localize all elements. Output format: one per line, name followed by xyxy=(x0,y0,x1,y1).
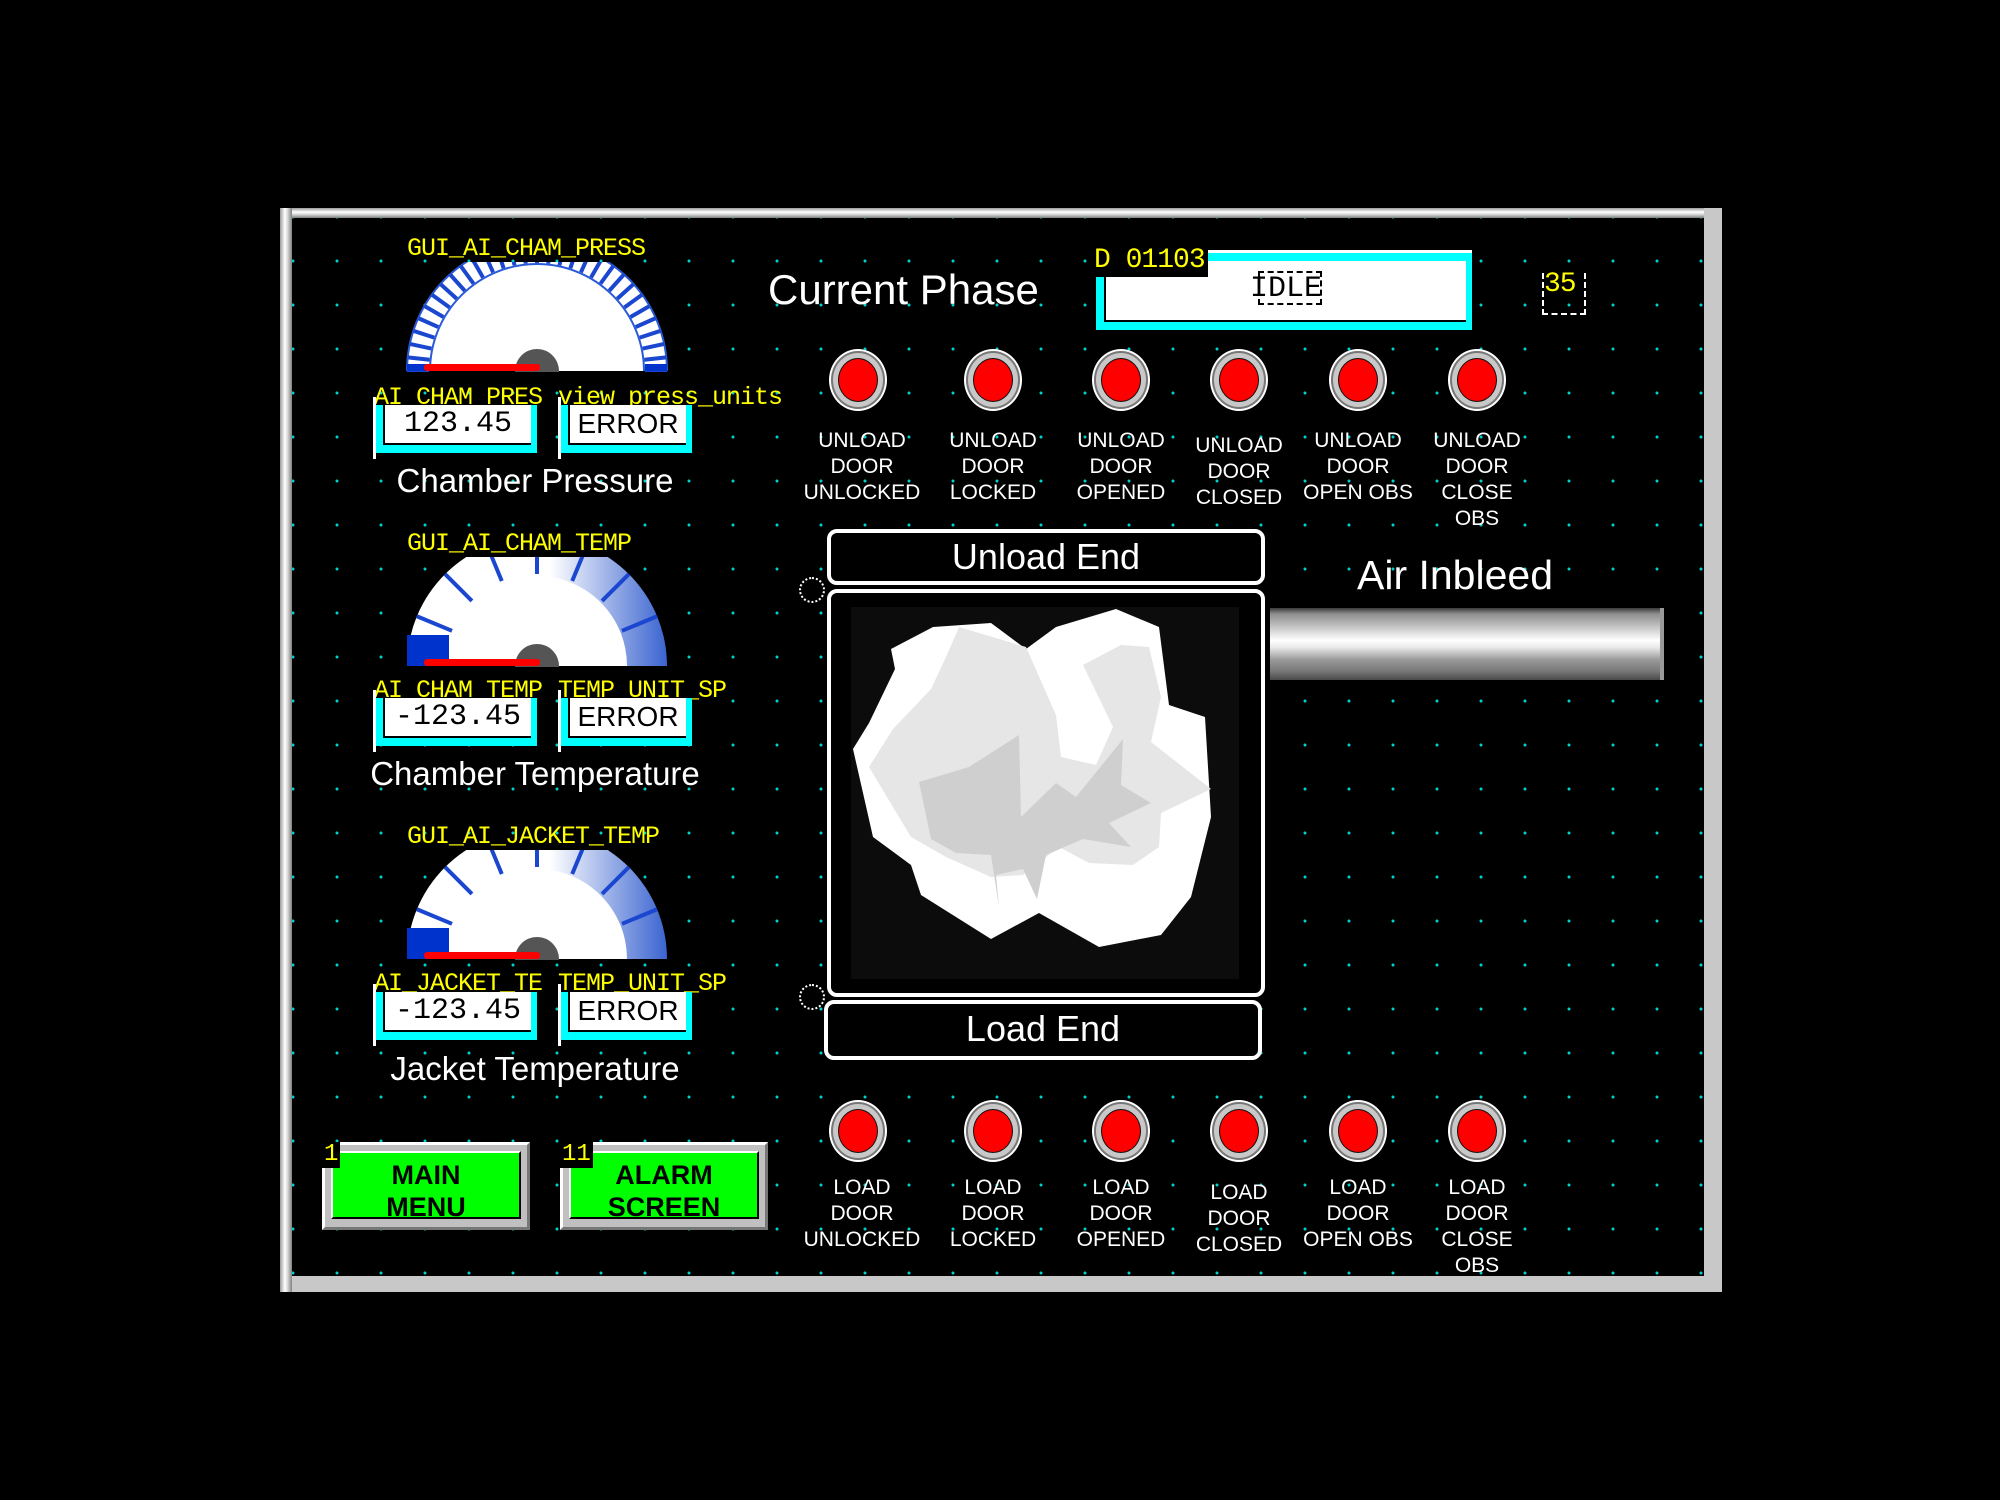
indicator-label: UNLOAD DOOR CLOSE OBS xyxy=(1433,429,1521,530)
gauge-needle xyxy=(424,659,540,666)
indicator-light xyxy=(966,1102,1020,1160)
load-end-label-box: Load End xyxy=(824,1000,1262,1060)
alarm-screen-tag: 11 xyxy=(560,1141,593,1168)
indicator-light xyxy=(1331,1102,1385,1160)
jacket-temp-unit-readout: ERROR xyxy=(558,984,692,1046)
indicator-label: LOAD DOOR LOCKED xyxy=(949,1176,1037,1251)
current-phase-label: Current Phase xyxy=(768,266,1039,313)
chamber-temp-unit-readout: ERROR xyxy=(558,690,692,752)
alarm-screen-button[interactable]: ALARM SCREEN 11 xyxy=(560,1142,768,1230)
pressure-value-readout: 123.45 xyxy=(373,397,537,459)
screen-number: 35 xyxy=(1544,269,1577,300)
indicator-light xyxy=(1450,1102,1504,1160)
main-menu-screen-tag: 1 xyxy=(322,1141,341,1168)
unload-end-label: Unload End xyxy=(951,536,1141,577)
indicator-label: UNLOAD DOOR UNLOCKED xyxy=(803,429,921,504)
indicator-light xyxy=(1212,351,1266,409)
indicator-label: UNLOAD DOOR OPEN OBS xyxy=(1303,429,1413,504)
steam-cloud-icon xyxy=(853,609,1211,947)
gauge-label-cham-press: Chamber Pressure xyxy=(396,462,674,499)
air-inbleed-label: Air Inbleed xyxy=(1356,552,1553,598)
indicator-light xyxy=(1331,351,1385,409)
indicator-label: LOAD DOOR OPEN OBS xyxy=(1303,1176,1413,1251)
chamber-temp-value-readout: -123.45 xyxy=(373,690,537,752)
phase-display: IDLE D 01103 xyxy=(1094,247,1472,330)
load-end-label: Load End xyxy=(965,1008,1121,1049)
chamber-port-top xyxy=(799,577,825,603)
indicator-label: UNLOAD DOOR CLOSED xyxy=(1195,434,1283,509)
gauge-tick xyxy=(523,262,528,264)
gauge-label-jacket-temp: Jacket Temperature xyxy=(390,1050,680,1087)
gauge-tick xyxy=(546,262,551,264)
chamber-port-bottom xyxy=(799,984,825,1010)
window-frame-left xyxy=(280,208,292,1292)
gauge-tick xyxy=(644,355,667,362)
gauge-needle xyxy=(424,952,540,959)
indicator-label: LOAD DOOR UNLOCKED xyxy=(803,1176,921,1251)
air-inbleed-pipe xyxy=(1270,608,1664,680)
phase-tag: D 01103 xyxy=(1094,247,1208,277)
pressure-gauge xyxy=(406,262,668,372)
indicator-label: LOAD DOOR CLOSED xyxy=(1195,1181,1283,1256)
gauge-tick xyxy=(407,355,430,362)
indicator-light xyxy=(1450,351,1504,409)
indicator-label: UNLOAD DOOR OPENED xyxy=(1076,429,1166,504)
jacket-temp-value-readout: -123.45 xyxy=(373,984,537,1046)
indicator-light xyxy=(1094,351,1148,409)
main-menu-button[interactable]: MAIN MENU 1 xyxy=(322,1142,530,1230)
indicator-label: LOAD DOOR CLOSE OBS xyxy=(1441,1176,1513,1277)
pressure-unit-readout: ERROR xyxy=(558,397,692,459)
indicator-light xyxy=(1094,1102,1148,1160)
window-frame-top xyxy=(280,208,1704,218)
indicator-light xyxy=(966,351,1020,409)
chamber-temp-gauge xyxy=(407,557,667,667)
gauge-label-cham-temp: Chamber Temperature xyxy=(370,755,700,792)
indicator-light xyxy=(831,351,885,409)
indicator-label: UNLOAD DOOR LOCKED xyxy=(949,429,1037,504)
chamber-vessel xyxy=(827,589,1265,997)
gauge-needle xyxy=(424,364,540,371)
jacket-temp-gauge xyxy=(407,850,667,960)
indicator-light xyxy=(831,1102,885,1160)
indicator-label: LOAD DOOR OPENED xyxy=(1076,1176,1166,1251)
unload-end-label-box: Unload End xyxy=(827,529,1265,585)
indicator-light xyxy=(1212,1102,1266,1160)
